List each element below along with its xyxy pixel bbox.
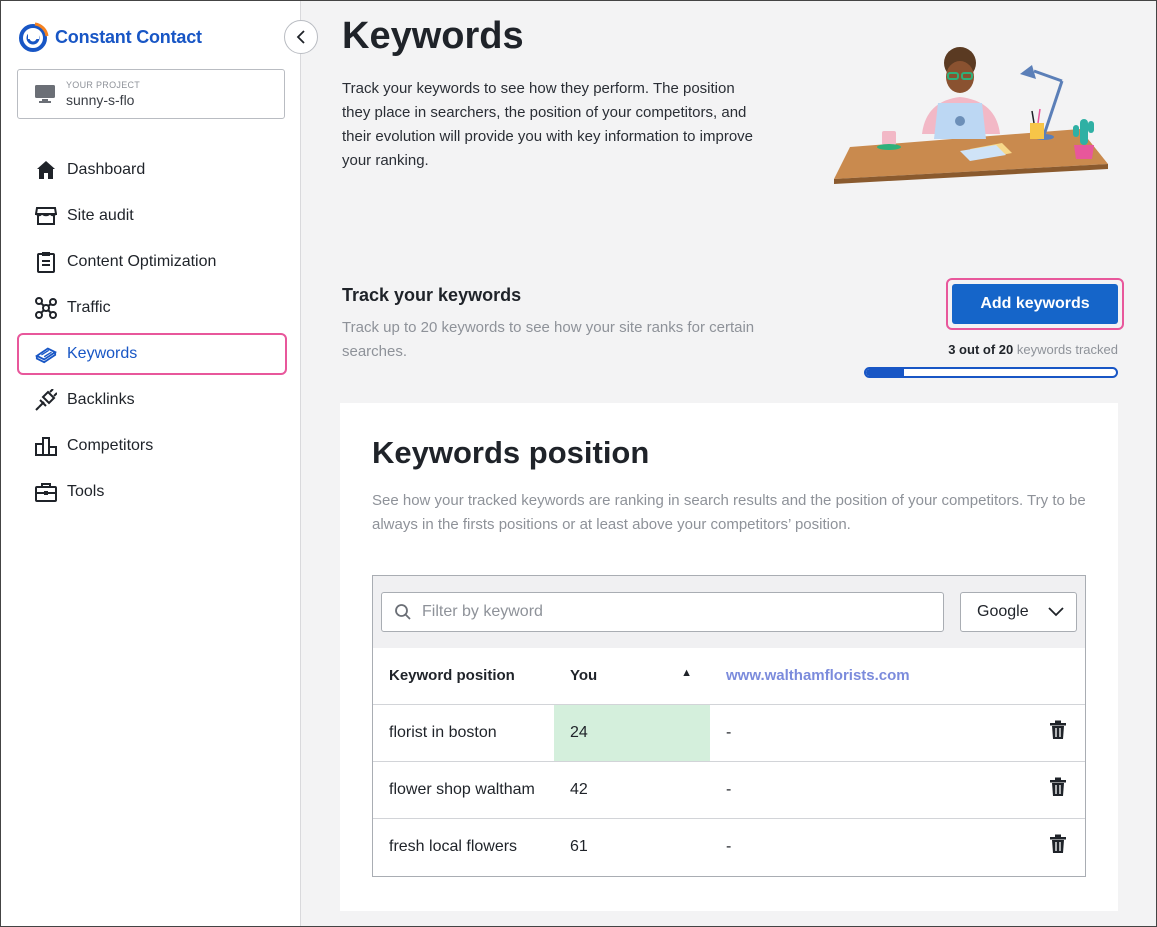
page-description: Track your keywords to see how they perf… <box>342 80 754 169</box>
competitor-position-cell: - <box>710 761 1025 819</box>
column-header-actions <box>1025 648 1085 705</box>
project-label: YOUR PROJECT <box>66 80 141 90</box>
keywords-position-description: See how your tracked keywords are rankin… <box>372 492 1086 533</box>
page-title: Keywords <box>342 15 524 57</box>
add-keywords-highlight: Add keywords <box>946 278 1124 330</box>
keywords-position-table: Keyword position You ▲ www.walthamflorist… <box>373 648 1085 875</box>
keyword-cell: florist in boston <box>373 704 554 762</box>
plug-icon <box>35 389 57 411</box>
sidebar-item-content-optimization[interactable]: Content Optimization <box>17 241 287 283</box>
project-selector[interactable]: YOUR PROJECT sunny-s-flo <box>17 69 285 119</box>
tracked-count-value: 3 out of 20 <box>948 342 1014 357</box>
tracked-count-suffix: keywords tracked <box>1013 342 1118 357</box>
keyboard-stack-icon <box>35 343 57 365</box>
keywords-position-card: Keywords position See how your tracked k… <box>340 403 1118 911</box>
column-header-you[interactable]: You ▲ <box>554 648 710 705</box>
sidebar-item-competitors[interactable]: Competitors <box>17 425 287 467</box>
table-row: fresh local flowers 61 - <box>373 818 1085 875</box>
sidebar-item-backlinks[interactable]: Backlinks <box>17 379 287 421</box>
keyword-filter-box <box>381 592 944 632</box>
brand-name: Constant Contact <box>55 26 202 47</box>
constant-contact-logo-icon <box>19 22 49 52</box>
sidebar-item-tools[interactable]: Tools <box>17 471 287 513</box>
track-section-description: Track up to 20 keywords to see how your … <box>342 319 755 360</box>
competitor-position-cell: - <box>710 704 1025 762</box>
monitor-icon <box>35 85 55 103</box>
progress-fill <box>866 369 904 376</box>
toolbox-icon <box>35 481 57 503</box>
competitor-position-cell: - <box>726 837 732 855</box>
keyword-filter-input[interactable] <box>422 603 922 621</box>
keywords-table: Google Keyword position You ▲ www.waltham… <box>372 575 1086 877</box>
trash-icon[interactable] <box>1049 834 1067 854</box>
sidebar-item-label: Backlinks <box>67 391 135 408</box>
table-header-row: Keyword position You ▲ www.walthamflorist… <box>373 648 1085 705</box>
sidebar-item-label: Site audit <box>67 207 134 224</box>
table-row: flower shop waltham 42 - <box>373 761 1085 819</box>
sidebar-item-traffic[interactable]: Traffic <box>17 287 287 329</box>
main-content: Keywords Track your keywords to see how … <box>302 1 1156 926</box>
delete-cell <box>1025 818 1085 875</box>
sidebar-item-label: Traffic <box>67 299 111 316</box>
project-value: sunny-s-flo <box>66 92 135 108</box>
keyword-cell: fresh local flowers <box>389 837 518 855</box>
storefront-icon <box>35 205 57 227</box>
filter-bar: Google <box>373 576 1085 648</box>
keywords-position-title: Keywords position <box>372 435 650 470</box>
add-keywords-button[interactable]: Add keywords <box>952 284 1118 324</box>
trash-icon[interactable] <box>1049 720 1067 740</box>
delete-cell <box>1025 704 1085 762</box>
clipboard-icon <box>35 251 57 273</box>
sidebar-item-site-audit[interactable]: Site audit <box>17 195 287 237</box>
column-header-competitor[interactable]: www.walthamflorists.com <box>710 648 1025 705</box>
column-header-you-label: You <box>570 667 598 685</box>
sidebar-item-label: Content Optimization <box>67 253 217 270</box>
network-icon <box>35 297 57 319</box>
table-row: florist in boston 24 - <box>373 704 1085 762</box>
you-position-cell: 61 <box>570 837 588 855</box>
collapse-sidebar-button[interactable] <box>284 20 318 54</box>
search-engine-value: Google <box>977 603 1029 620</box>
keyword-cell: flower shop waltham <box>373 761 554 819</box>
sidebar-item-dashboard[interactable]: Dashboard <box>17 149 287 191</box>
podium-icon <box>35 435 57 457</box>
column-header-keyword: Keyword position <box>373 648 554 705</box>
sidebar-item-label: Keywords <box>67 345 138 362</box>
sidebar-item-label: Tools <box>67 483 105 500</box>
delete-cell <box>1025 761 1085 819</box>
trash-icon[interactable] <box>1049 777 1067 797</box>
sidebar: Constant Contact YOUR PROJECT sunny-s-fl… <box>1 1 301 926</box>
sidebar-item-label: Competitors <box>67 437 154 454</box>
you-position-cell: 24 <box>554 704 710 762</box>
track-section-title: Track your keywords <box>342 285 522 305</box>
sort-ascending-icon[interactable]: ▲ <box>681 667 692 679</box>
you-position-cell: 42 <box>554 761 710 819</box>
sidebar-nav: Dashboard Site audit Content Optimizatio… <box>17 149 287 517</box>
logo[interactable]: Constant Contact <box>17 21 202 53</box>
sidebar-item-label: Dashboard <box>67 161 146 178</box>
search-icon <box>395 604 411 620</box>
chevron-down-icon <box>1048 607 1064 617</box>
home-icon <box>35 159 57 181</box>
chevron-left-icon <box>296 30 305 44</box>
search-engine-select[interactable]: Google <box>960 592 1077 632</box>
sidebar-item-keywords[interactable]: Keywords <box>17 333 287 375</box>
keywords-tracked-progress <box>864 367 1118 378</box>
keywords-tracked-count: 3 out of 20 keywords tracked <box>862 342 1118 357</box>
person-at-desk-illustration <box>834 47 1108 184</box>
